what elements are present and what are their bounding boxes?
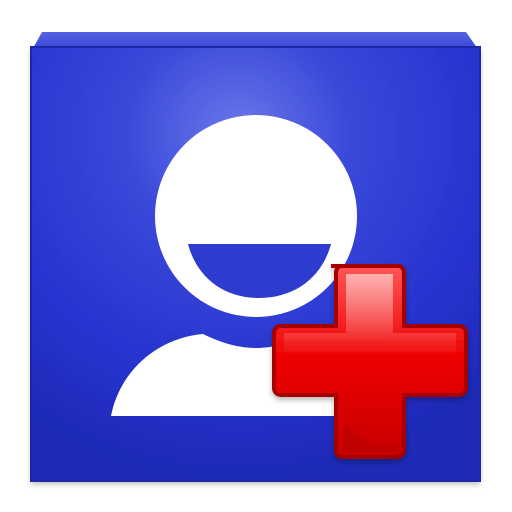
add-contact-icon	[30, 32, 481, 482]
app-icon[interactable]	[0, 0, 512, 512]
